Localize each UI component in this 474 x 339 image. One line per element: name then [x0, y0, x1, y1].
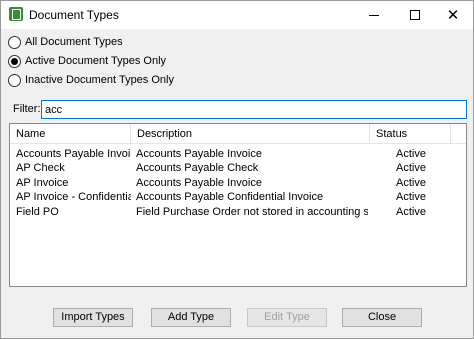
radio-all-label: All Document Types [25, 36, 123, 48]
radio-active-only[interactable]: Active Document Types Only [8, 53, 166, 69]
filter-input[interactable] [41, 100, 467, 119]
column-header-status[interactable]: Status [370, 124, 451, 144]
row-status: Active [396, 191, 426, 203]
row-description: Accounts Payable Invoice [136, 177, 262, 189]
close-icon: ✕ [446, 6, 460, 24]
row-name: Field PO [16, 206, 59, 218]
list-row[interactable]: AP Check Accounts Payable Check Active [10, 161, 466, 175]
row-description: Accounts Payable Confidential Invoice [136, 191, 324, 203]
maximize-icon [410, 10, 420, 20]
radio-active-label: Active Document Types Only [25, 55, 167, 67]
row-status: Active [396, 162, 426, 174]
list-row[interactable]: AP Invoice - Confidential Accounts Payab… [10, 190, 466, 204]
radio-all-indicator[interactable] [8, 35, 21, 49]
radio-active-indicator[interactable] [8, 54, 21, 68]
document-types-window: Document Types ✕ All Document Types Acti… [0, 0, 474, 339]
close-window-button[interactable]: ✕ [433, 1, 473, 29]
minimize-icon [369, 14, 379, 16]
row-description: Accounts Payable Check [136, 162, 259, 174]
list-header: Name Description Status [10, 124, 466, 144]
app-icon [9, 7, 23, 21]
row-name: AP Invoice [16, 177, 69, 189]
import-types-button[interactable]: Import Types [53, 308, 133, 327]
window-title: Document Types [29, 8, 119, 22]
list-row[interactable]: Field PO Field Purchase Order not stored… [10, 205, 466, 219]
add-type-button[interactable]: Add Type [151, 308, 231, 327]
list-row[interactable]: Accounts Payable Invoice Accounts Payabl… [10, 147, 466, 161]
minimize-button[interactable] [351, 1, 397, 29]
filter-label: Filter: [13, 103, 41, 115]
close-button[interactable]: Close [342, 308, 422, 327]
row-status: Active [396, 206, 426, 218]
column-header-name[interactable]: Name [10, 124, 131, 144]
document-types-list[interactable]: Name Description Status Accounts Payable… [9, 123, 467, 287]
row-description: Field Purchase Order not stored in accou… [136, 206, 368, 218]
title-bar: Document Types ✕ [1, 1, 473, 29]
row-description: Accounts Payable Invoice [136, 148, 262, 160]
radio-inactive-label: Inactive Document Types Only [25, 74, 174, 86]
column-header-description[interactable]: Description [131, 124, 370, 144]
list-row[interactable]: AP Invoice Accounts Payable Invoice Acti… [10, 176, 466, 190]
row-status: Active [396, 177, 426, 189]
radio-inactive-indicator[interactable] [8, 73, 21, 87]
row-status: Active [396, 148, 426, 160]
row-name: AP Check [16, 162, 65, 174]
radio-all-document-types[interactable]: All Document Types [8, 34, 123, 50]
row-name: AP Invoice - Confidential [16, 191, 131, 203]
row-name: Accounts Payable Invoice [16, 148, 131, 160]
edit-type-button[interactable]: Edit Type [247, 308, 327, 327]
radio-inactive-only[interactable]: Inactive Document Types Only [8, 72, 174, 88]
maximize-button[interactable] [392, 1, 438, 29]
